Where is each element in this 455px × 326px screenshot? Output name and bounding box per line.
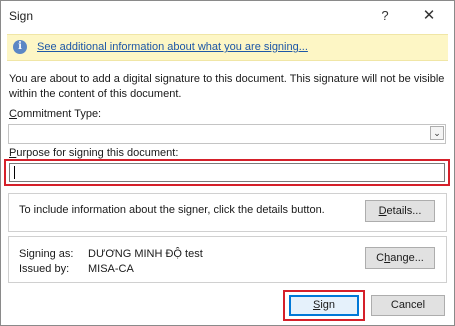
issued-by-label: Issued by: [19, 263, 70, 275]
commitment-type-dropdown[interactable]: ⌄ [8, 124, 446, 144]
purpose-label: Purpose for signing this document: [9, 147, 178, 159]
details-button-rest: etails... [386, 205, 422, 217]
commitment-label-mnemonic: C [9, 108, 17, 120]
help-button[interactable]: ? [373, 5, 397, 27]
title-bar: Sign ? ✕ [1, 1, 454, 31]
details-instruction-text: To include information about the signer,… [19, 204, 325, 216]
additional-info-link[interactable]: See additional information about what yo… [37, 41, 308, 53]
commitment-type-label: Commitment Type: [9, 108, 101, 120]
info-bar: i See additional information about what … [7, 34, 448, 61]
signing-as-value: DƯƠNG MINH ĐỘ test [88, 248, 203, 260]
signing-as-label: Signing as: [19, 248, 74, 260]
chevron-down-icon[interactable]: ⌄ [430, 126, 444, 140]
details-button[interactable]: Details... [365, 200, 435, 222]
details-button-mnemonic: D [378, 205, 387, 217]
close-button[interactable]: ✕ [417, 5, 441, 27]
text-caret [14, 166, 15, 179]
cancel-button[interactable]: Cancel [371, 295, 445, 316]
dialog-title: Sign [9, 9, 34, 23]
change-button-prefix: C [376, 252, 385, 264]
issued-by-value: MISA-CA [88, 263, 134, 275]
purpose-label-rest: urpose for signing this document: [16, 147, 179, 159]
purpose-input[interactable] [9, 163, 445, 182]
sign-button[interactable]: Sign [289, 295, 359, 316]
description-text: You are about to add a digital signature… [9, 73, 445, 100]
info-icon: i [13, 40, 27, 54]
change-button-rest: ange... [390, 252, 424, 264]
sign-button-rest: ign [320, 299, 336, 311]
commitment-label-rest: ommitment Type: [16, 108, 102, 120]
change-button[interactable]: Change... [365, 247, 435, 269]
